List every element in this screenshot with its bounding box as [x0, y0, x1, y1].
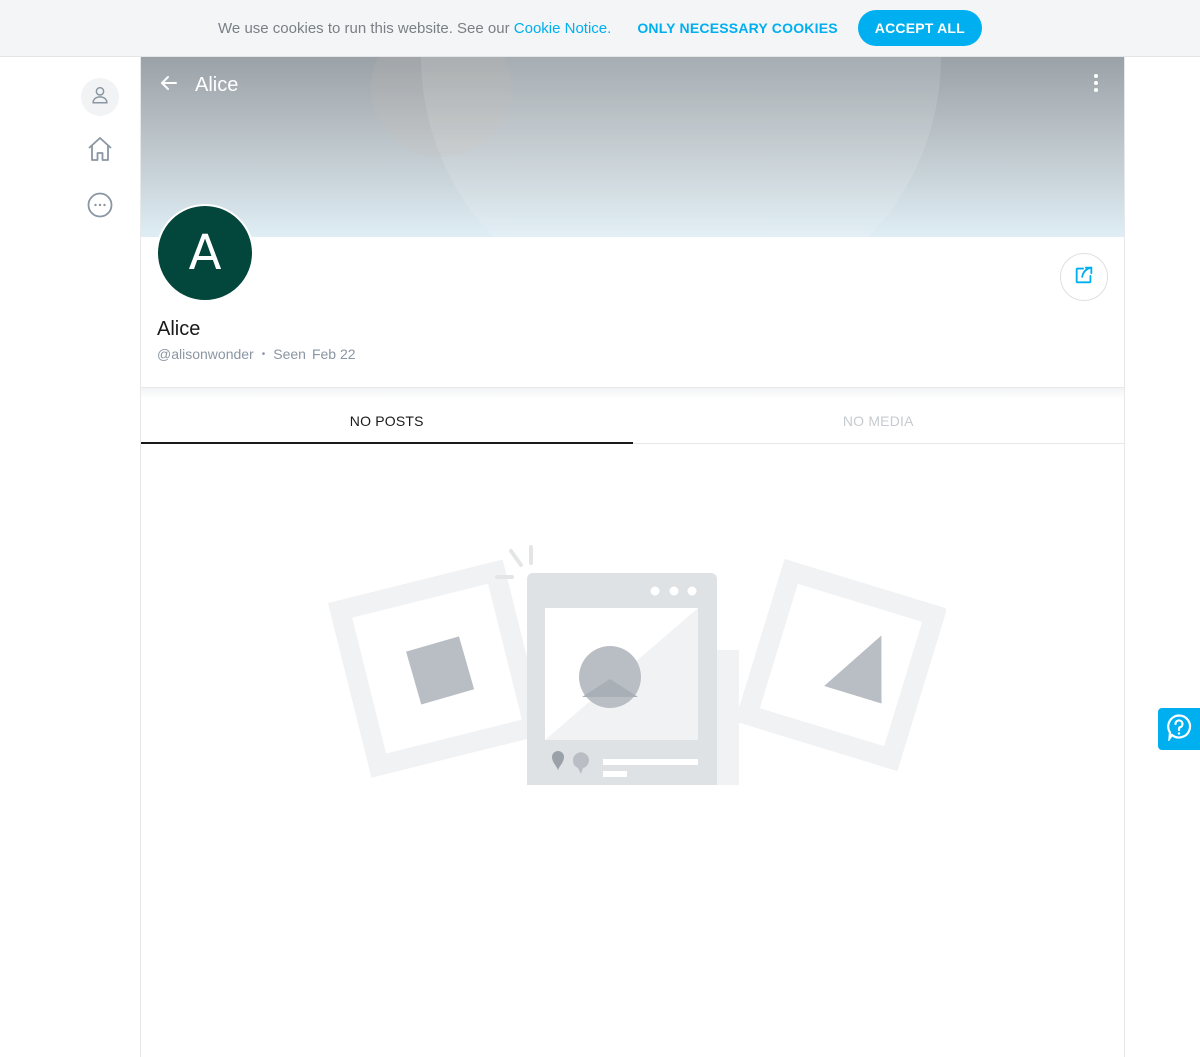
nav-home-button[interactable]: [85, 136, 115, 166]
nav-profile-button[interactable]: [81, 78, 119, 116]
share-icon: [1073, 264, 1095, 291]
more-options-button[interactable]: [1084, 73, 1108, 97]
profile-meta: @alisonwonder • Seen Feb 22: [157, 346, 356, 362]
nav-more-button[interactable]: [85, 192, 115, 222]
right-photo-frame: [734, 558, 948, 772]
left-photo-frame: [327, 559, 547, 778]
home-icon: [86, 135, 114, 168]
user-icon: [89, 84, 111, 111]
separator-dot: •: [261, 348, 266, 360]
profile-name: Alice: [157, 318, 201, 340]
help-question-icon: [1165, 713, 1193, 746]
more-circle-icon: [87, 192, 113, 223]
back-button[interactable]: [157, 73, 181, 97]
help-button[interactable]: [1158, 708, 1200, 750]
post-card: [527, 573, 717, 791]
only-necessary-cookies-button[interactable]: ONLY NECESSARY COOKIES: [637, 20, 837, 36]
section-divider: [141, 387, 1124, 399]
profile-header-bar: Alice: [141, 57, 1124, 113]
arrow-left-icon: [159, 73, 179, 98]
profile-column: Alice A Alice @alisonwonder • Seen Feb 2…: [140, 57, 1125, 1057]
profile-avatar[interactable]: A: [156, 204, 254, 302]
cookie-notice-link[interactable]: Cookie Notice.: [514, 20, 612, 37]
kebab-menu-icon: [1093, 73, 1099, 98]
cookie-text: We use cookies to run this website. See …: [218, 20, 611, 37]
header-title: Alice: [195, 73, 239, 96]
cookie-message: We use cookies to run this website. See …: [218, 19, 514, 37]
empty-state-illustration: [326, 485, 948, 822]
cover-image: Alice: [141, 57, 1124, 237]
accept-all-cookies-button[interactable]: ACCEPT ALL: [857, 10, 982, 46]
left-nav: [80, 78, 120, 222]
share-profile-button[interactable]: [1060, 253, 1108, 301]
cookie-banner: We use cookies to run this website. See …: [0, 0, 1200, 57]
tab-posts[interactable]: NO POSTS: [141, 399, 633, 444]
tab-media[interactable]: NO MEDIA: [633, 399, 1125, 443]
profile-username: @alisonwonder: [157, 346, 254, 362]
last-seen-date: Feb 22: [311, 346, 356, 362]
last-seen-label: Seen: [273, 346, 306, 362]
profile-tabs: NO POSTS NO MEDIA: [141, 399, 1124, 444]
